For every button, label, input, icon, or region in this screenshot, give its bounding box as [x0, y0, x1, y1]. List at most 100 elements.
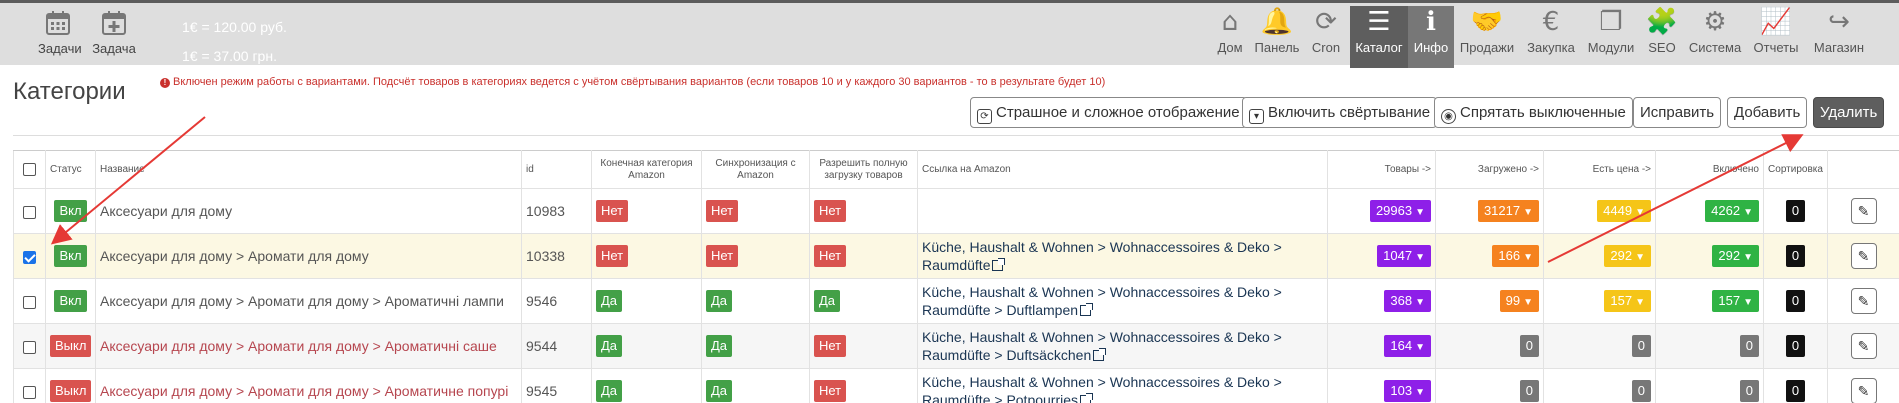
full-toggle[interactable]: Да [814, 290, 841, 312]
col-id[interactable]: id [521, 150, 592, 189]
sync-toggle[interactable]: Да [706, 335, 733, 357]
nav-reports[interactable]: 📈 Отчеты [1750, 6, 1802, 68]
category-name[interactable]: Аксесуари для дому > Аромати для дому > … [100, 293, 504, 309]
nav-home[interactable]: ⌂ Дом [1210, 6, 1250, 68]
status-toggle[interactable]: Вкл [54, 290, 87, 312]
sync-toggle[interactable]: Да [706, 290, 733, 312]
nav-modules[interactable]: ❐ Модули [1586, 6, 1636, 68]
col-name[interactable]: Название [95, 150, 522, 189]
enabled-badge[interactable]: 292 ▼ [1712, 245, 1759, 267]
enable-collapse-button[interactable]: ▾ Включить свёртывание [1242, 97, 1438, 128]
filter-icon: ▼ [1523, 207, 1533, 218]
list-icon: ☰ [1367, 7, 1391, 37]
has-price-badge[interactable]: 0 [1631, 335, 1651, 357]
col-has-price[interactable]: Есть цена -> [1543, 150, 1656, 189]
status-toggle[interactable]: Выкл [50, 335, 92, 357]
edit-button[interactable]: ✎ [1850, 243, 1877, 269]
category-name[interactable]: Аксесуари для дому > Аромати для дому > … [100, 338, 497, 354]
nav-cron[interactable]: ⟳ Cron [1306, 6, 1346, 68]
full-toggle[interactable]: Нет [814, 245, 847, 267]
nav-catalog[interactable]: ☰ Каталог [1350, 6, 1408, 68]
edit-button[interactable]: ✎ [1850, 288, 1877, 314]
name-cell: Аксесуари для дому > Аромати для дому > … [95, 278, 522, 324]
col-amazon-link[interactable]: Ссылка на Amazon [917, 150, 1328, 189]
has-price-badge[interactable]: 4449 ▼ [1597, 200, 1651, 222]
edit-button[interactable]: ✎ [1850, 333, 1877, 359]
status-toggle[interactable]: Вкл [54, 200, 87, 222]
final-toggle[interactable]: Нет [596, 200, 629, 222]
row-checkbox[interactable] [23, 385, 36, 399]
nav-shop[interactable]: ↪ Магазин [1810, 6, 1868, 68]
category-name[interactable]: Аксесуари для дому > Аромати для дому > … [100, 383, 508, 399]
variants-notice: ! Включен режим работы с вариантами. Подс… [160, 76, 1105, 88]
sync-toggle[interactable]: Да [706, 380, 733, 402]
enabled-badge[interactable]: 4262 ▼ [1705, 200, 1759, 222]
col-loaded[interactable]: Загружено -> [1435, 150, 1544, 189]
category-name[interactable]: Аксесуари для дому > Аромати для дому [100, 248, 369, 264]
final-toggle[interactable]: Да [596, 290, 623, 312]
select-all-checkbox[interactable] [23, 162, 36, 176]
category-name[interactable]: Аксесуари для дому [100, 203, 232, 219]
products-badge[interactable]: 1047 ▼ [1377, 245, 1431, 267]
edit-button[interactable]: ✎ [1850, 378, 1877, 403]
add-button[interactable]: Добавить [1727, 97, 1808, 128]
amazon-link[interactable]: Küche, Haushalt & Wohnen > Wohnaccessoir… [922, 283, 1323, 319]
full-toggle[interactable]: Нет [814, 200, 847, 222]
tasks-button[interactable]: Задачи [38, 9, 82, 56]
delete-button[interactable]: Удалить [1813, 97, 1885, 128]
col-enabled[interactable]: Включено [1655, 150, 1764, 189]
products-badge[interactable]: 29963 ▼ [1369, 200, 1431, 222]
fix-button[interactable]: Исправить [1633, 97, 1722, 128]
loaded-cell: 0 [1435, 368, 1544, 403]
products-cell: 29963 ▼ [1327, 188, 1436, 234]
full-toggle[interactable]: Нет [814, 380, 847, 402]
products-badge[interactable]: 164 ▼ [1384, 335, 1431, 357]
enabled-badge[interactable]: 0 [1739, 380, 1759, 402]
loaded-badge[interactable]: 0 [1519, 380, 1539, 402]
edit-button[interactable]: ✎ [1850, 198, 1877, 224]
col-allow-full[interactable]: Разрешить полную загрузку товаров [809, 150, 918, 189]
products-badge[interactable]: 368 ▼ [1384, 290, 1431, 312]
has-price-badge[interactable]: 292 ▼ [1604, 245, 1651, 267]
loaded-badge[interactable]: 31217 ▼ [1477, 200, 1539, 222]
amazon-link[interactable]: Küche, Haushalt & Wohnen > Wohnaccessoir… [922, 238, 1323, 274]
col-sort[interactable]: Сортировка [1763, 150, 1828, 189]
final-toggle[interactable]: Нет [596, 245, 629, 267]
nav-seo[interactable]: 🧩 SEO [1644, 6, 1680, 68]
nav-sales[interactable]: 🤝 Продажи [1458, 6, 1516, 68]
row-checkbox[interactable] [23, 205, 36, 219]
col-sync[interactable]: Синхронизация с Amazon [701, 150, 810, 189]
amazon-link[interactable]: Küche, Haushalt & Wohnen > Wohnaccessoir… [922, 373, 1323, 403]
scary-view-button[interactable]: ⟳ Страшное и сложное отображение [970, 97, 1247, 128]
nav-system[interactable]: ⚙ Система [1686, 6, 1744, 68]
final-toggle[interactable]: Да [596, 380, 623, 402]
sync-toggle[interactable]: Нет [706, 245, 739, 267]
amazon-link[interactable]: Küche, Haushalt & Wohnen > Wohnaccessoir… [922, 328, 1323, 364]
has-price-badge[interactable]: 157 ▼ [1604, 290, 1651, 312]
products-badge[interactable]: 103 ▼ [1384, 380, 1431, 402]
status-toggle[interactable]: Вкл [54, 245, 87, 267]
hide-disabled-button[interactable]: ◉ Спрятать выключенные [1434, 97, 1633, 128]
col-products[interactable]: Товары -> [1327, 150, 1436, 189]
loaded-badge[interactable]: 99 ▼ [1499, 290, 1539, 312]
task-button[interactable]: Задача [92, 9, 136, 56]
nav-panel[interactable]: 🔔 Панель [1252, 6, 1302, 68]
row-checkbox[interactable] [23, 295, 36, 309]
loaded-badge[interactable]: 0 [1519, 335, 1539, 357]
final-toggle[interactable]: Да [596, 335, 623, 357]
row-checkbox[interactable] [23, 340, 36, 354]
sync-toggle[interactable]: Нет [706, 200, 739, 222]
filter-icon: ▼ [1635, 297, 1645, 308]
row-checkbox[interactable] [23, 250, 36, 264]
table-row: Выкл Аксесуари для дому > Аромати для дом… [13, 368, 1899, 403]
nav-info[interactable]: ℹ Инфо [1408, 6, 1454, 68]
enabled-badge[interactable]: 0 [1739, 335, 1759, 357]
full-toggle[interactable]: Нет [814, 335, 847, 357]
has-price-badge[interactable]: 0 [1631, 380, 1651, 402]
nav-purchase[interactable]: € Закупка [1526, 6, 1576, 68]
col-final-category[interactable]: Конечная категория Amazon [591, 150, 702, 189]
enabled-badge[interactable]: 157 ▼ [1712, 290, 1759, 312]
col-status[interactable]: Статус [45, 150, 96, 189]
loaded-badge[interactable]: 166 ▼ [1492, 245, 1539, 267]
status-toggle[interactable]: Выкл [50, 380, 92, 402]
